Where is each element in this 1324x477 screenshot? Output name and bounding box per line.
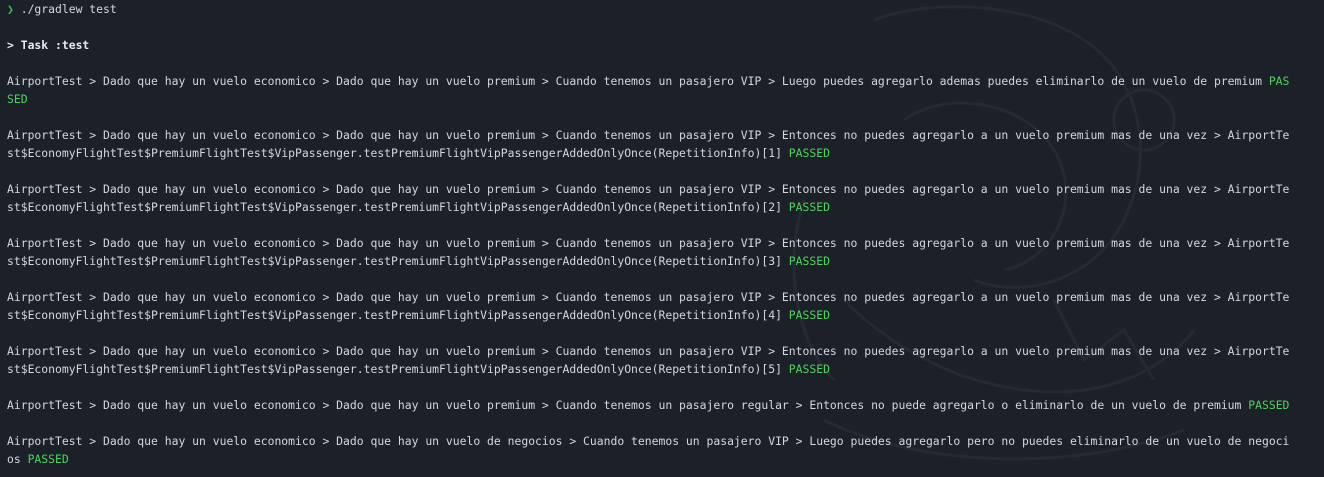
test-path-text: os [7, 452, 28, 466]
status-passed: PASSED [788, 362, 830, 376]
test-result-line-wrapped: st$EconomyFlightTest$PremiumFlightTest$V… [7, 198, 1319, 216]
prompt-chevron-icon: ❯ [7, 2, 14, 16]
test-path-text: st$EconomyFlightTest$PremiumFlightTest$V… [7, 254, 789, 268]
status-passed: PASSED [1248, 398, 1290, 412]
test-result-line-wrapped: st$EconomyFlightTest$PremiumFlightTest$V… [7, 306, 1319, 324]
test-result-line: AirportTest > Dado que hay un vuelo econ… [7, 342, 1319, 360]
status-passed: PASSED [788, 146, 830, 160]
test-path-text: AirportTest > Dado que hay un vuelo econ… [7, 290, 1290, 304]
test-path-text: st$EconomyFlightTest$PremiumFlightTest$V… [7, 200, 789, 214]
terminal-output: ❯ ./gradlew test > Task :test AirportTes… [7, 0, 1319, 477]
test-result-line: AirportTest > Dado que hay un vuelo econ… [7, 396, 1319, 414]
test-path-text: AirportTest > Dado que hay un vuelo econ… [7, 398, 1249, 412]
test-path-text: st$EconomyFlightTest$PremiumFlightTest$V… [7, 146, 789, 160]
test-path-text: AirportTest > Dado que hay un vuelo econ… [7, 434, 1290, 448]
task-header: > Task :test [7, 38, 90, 52]
terminal-window[interactable]: ❯ ./gradlew test > Task :test AirportTes… [0, 0, 1324, 477]
status-passed: SED [7, 92, 28, 106]
status-passed: PASSED [27, 452, 69, 466]
test-result-line-wrapped: os PASSED [7, 450, 1319, 468]
command-text: ./gradlew test [20, 2, 117, 16]
task-header-line: > Task :test [7, 36, 1319, 54]
status-passed: PASSED [788, 200, 830, 214]
test-path-text: AirportTest > Dado que hay un vuelo econ… [7, 236, 1290, 250]
test-result-line: AirportTest > Dado que hay un vuelo econ… [7, 72, 1319, 90]
status-passed: PASSED [788, 254, 830, 268]
test-path-text: AirportTest > Dado que hay un vuelo econ… [7, 128, 1290, 142]
command-line: ❯ ./gradlew test [7, 0, 1319, 18]
test-path-text: AirportTest > Dado que hay un vuelo econ… [7, 182, 1290, 196]
test-result-line: AirportTest > Dado que hay un vuelo econ… [7, 126, 1319, 144]
test-result-line-wrapped: st$EconomyFlightTest$PremiumFlightTest$V… [7, 144, 1319, 162]
test-result-line: AirportTest > Dado que hay un vuelo econ… [7, 180, 1319, 198]
status-passed: PASSED [788, 308, 830, 322]
test-results: AirportTest > Dado que hay un vuelo econ… [7, 72, 1319, 477]
test-result-line: AirportTest > Dado que hay un vuelo econ… [7, 288, 1319, 306]
test-result-line: AirportTest > Dado que hay un vuelo econ… [7, 432, 1319, 450]
test-path-text: AirportTest > Dado que hay un vuelo econ… [7, 344, 1290, 358]
test-result-line: AirportTest > Dado que hay un vuelo econ… [7, 234, 1319, 252]
test-result-line-wrapped: st$EconomyFlightTest$PremiumFlightTest$V… [7, 252, 1319, 270]
test-result-line-wrapped: st$EconomyFlightTest$PremiumFlightTest$V… [7, 360, 1319, 378]
test-result-line-wrapped: SED [7, 90, 1319, 108]
test-path-text: st$EconomyFlightTest$PremiumFlightTest$V… [7, 362, 789, 376]
status-passed: PAS [1268, 74, 1290, 88]
test-path-text: AirportTest > Dado que hay un vuelo econ… [7, 74, 1269, 88]
test-path-text: st$EconomyFlightTest$PremiumFlightTest$V… [7, 308, 789, 322]
